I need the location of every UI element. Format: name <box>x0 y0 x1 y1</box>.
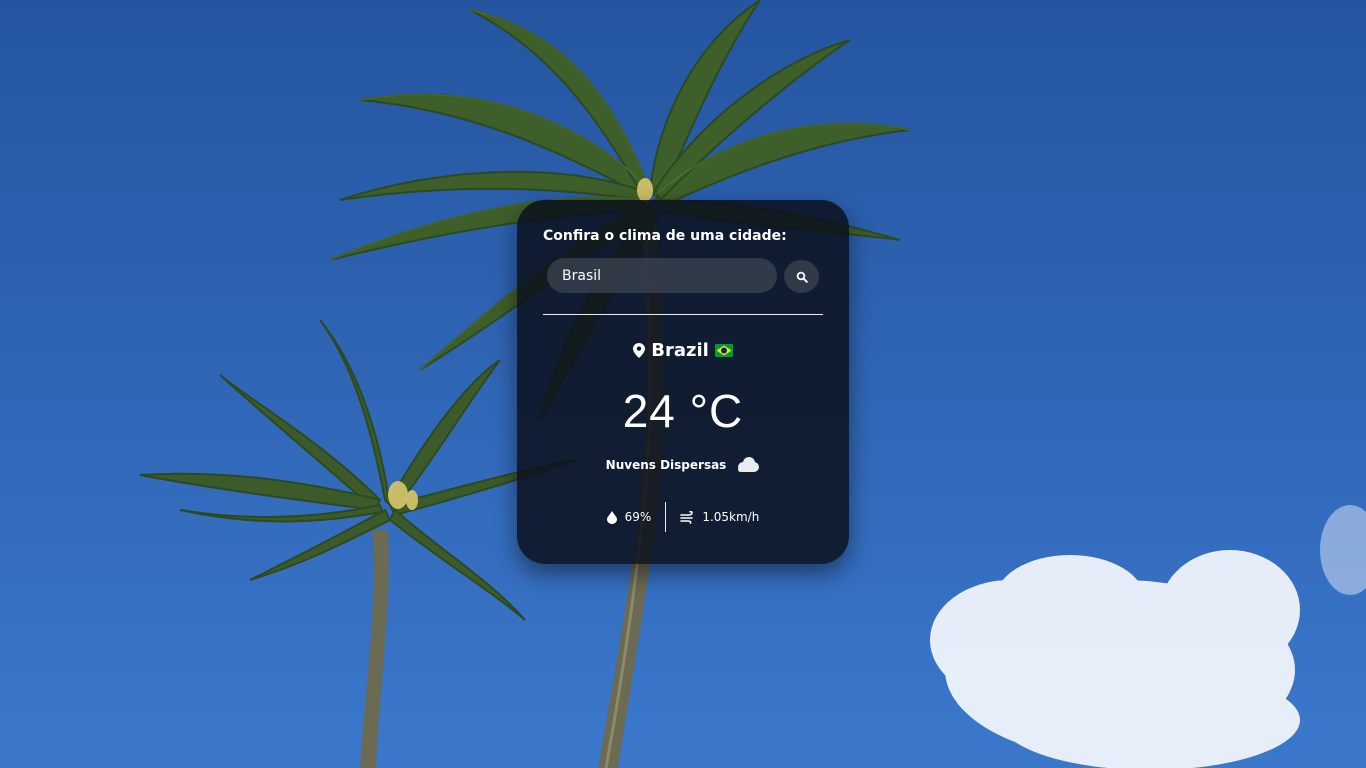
location-row: Brazil <box>517 340 849 361</box>
map-pin-icon <box>633 343 646 358</box>
search-icon <box>796 271 808 283</box>
search-button[interactable] <box>784 260 819 293</box>
weather-description: Nuvens Dispersas <box>605 458 727 472</box>
wind: 1.05km/h <box>666 510 773 524</box>
wind-value: 1.05km/h <box>702 510 760 524</box>
city-search-input[interactable] <box>547 258 777 293</box>
wind-icon <box>680 510 694 524</box>
temperature: 24 °C <box>622 385 744 437</box>
brazil-flag-icon <box>714 344 733 357</box>
cloud-icon <box>734 456 760 474</box>
humidity-value: 69% <box>624 510 652 524</box>
weather-description-row: Nuvens Dispersas <box>517 456 849 474</box>
divider <box>543 314 823 315</box>
card-title: Confira o clima de uma cidade: <box>543 228 787 244</box>
water-drop-icon <box>606 510 617 524</box>
weather-card: Confira o clima de uma cidade: Brazil <box>517 200 849 564</box>
weather-details: 69% 1.05km/h <box>517 502 849 532</box>
city-name: Brazil <box>651 340 709 361</box>
humidity: 69% <box>593 510 666 524</box>
